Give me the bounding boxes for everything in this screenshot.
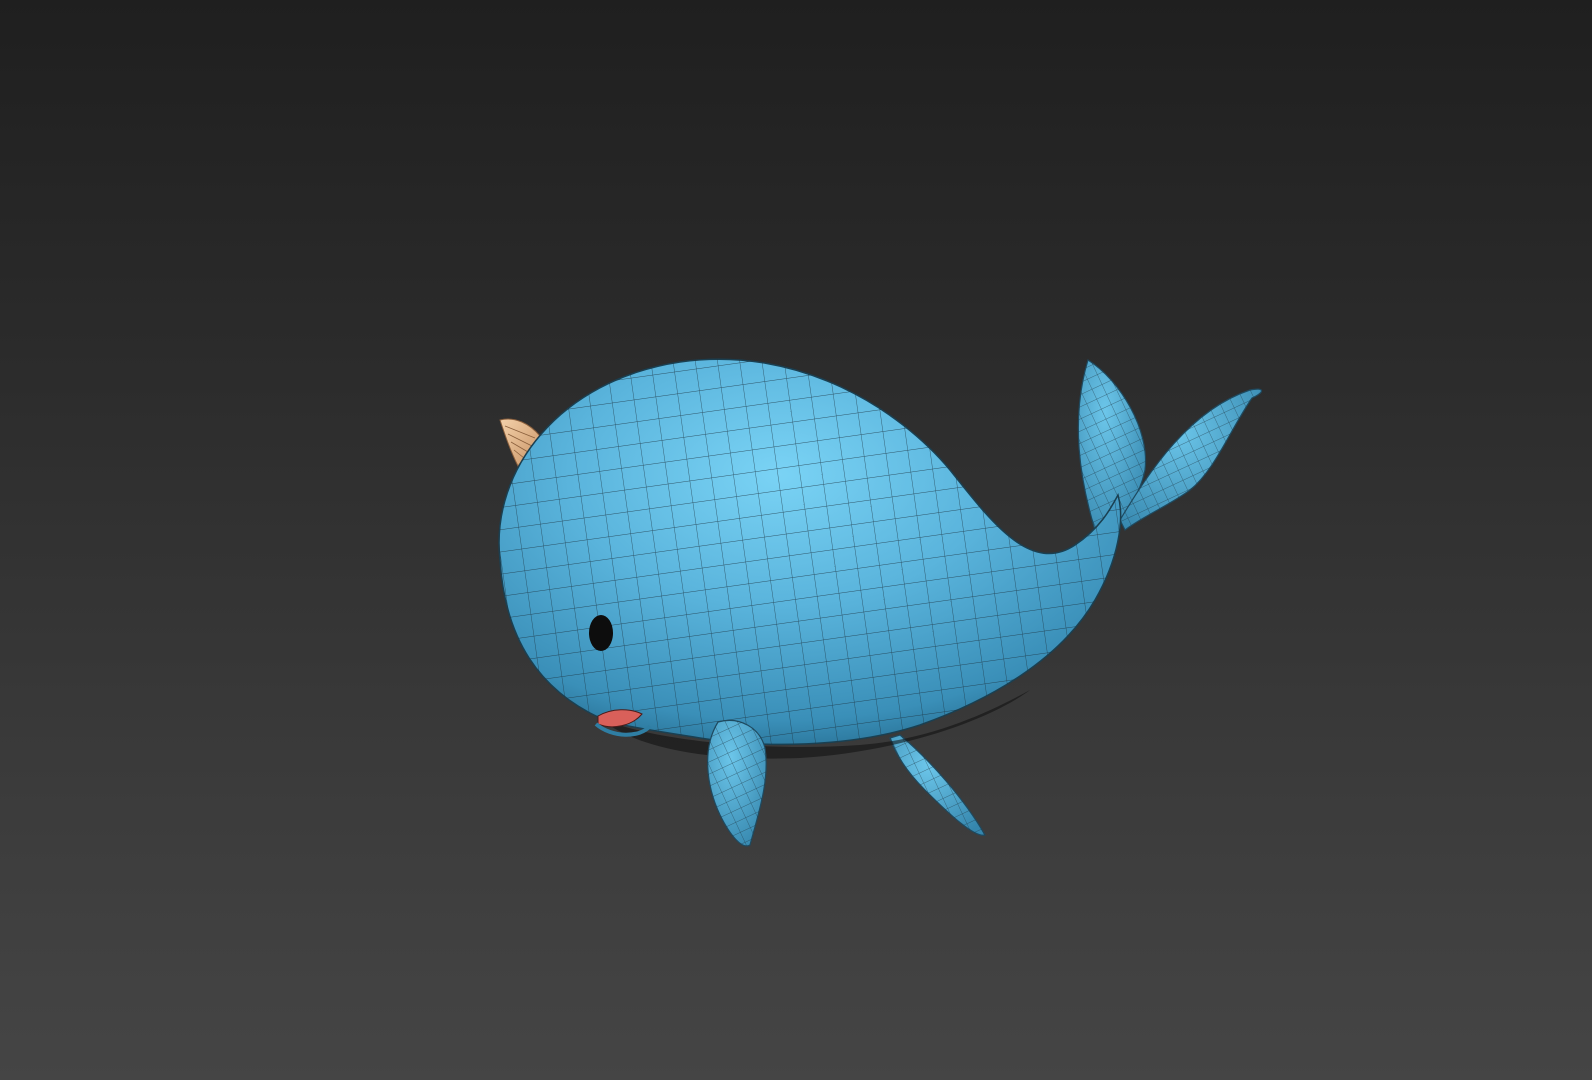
3d-viewport[interactable] [0,0,1592,1080]
body[interactable] [480,340,1140,760]
narwhal-model[interactable] [0,0,1592,1080]
back-flipper[interactable] [889,734,986,836]
eye[interactable] [589,615,613,651]
tail-fluke[interactable] [1077,359,1263,536]
front-flipper[interactable] [707,719,767,847]
